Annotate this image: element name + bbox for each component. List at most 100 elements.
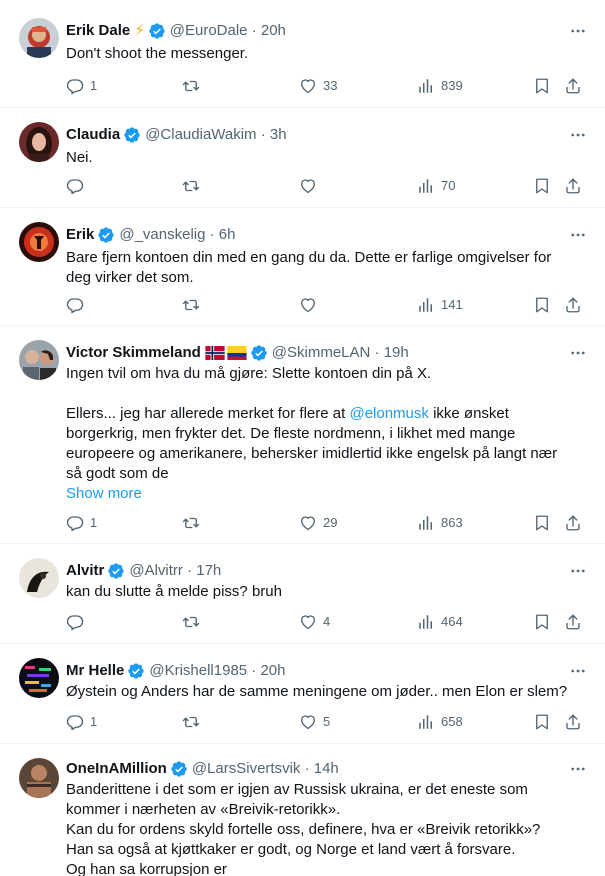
author-handle[interactable]: @_vanskelig · 6h	[119, 224, 235, 246]
reply-button[interactable]: 1	[66, 711, 97, 733]
share-button[interactable]	[564, 711, 582, 733]
tweet-text-line: kan du slutte å melde piss? bruh	[66, 583, 282, 600]
tweet-text-line: Og han sa korrupsjon er	[66, 861, 227, 876]
reply-icon	[66, 615, 84, 631]
avatar[interactable]	[19, 340, 59, 380]
tweet-text-line: borgerkrig, men frykter det. De fleste n…	[66, 425, 516, 442]
heart-icon	[300, 79, 316, 94]
retweet-button[interactable]	[182, 512, 206, 534]
tweet-text: Don't shoot the messenger.	[66, 44, 583, 64]
avatar[interactable]	[19, 658, 59, 698]
tweet-text-line: Don't shoot the messenger.	[66, 45, 249, 62]
heart-icon	[300, 615, 316, 630]
more-dots-icon[interactable]	[567, 342, 589, 364]
views-button[interactable]: 70	[417, 175, 455, 197]
views-count: 464	[441, 614, 463, 629]
like-button[interactable]: 5	[299, 711, 330, 733]
author-name[interactable]: Victor Skimmeland	[66, 342, 201, 364]
bookmark-icon	[536, 178, 548, 194]
heart-icon	[300, 715, 316, 730]
views-button[interactable]: 464	[417, 611, 463, 633]
views-count: 863	[441, 515, 463, 530]
author-name[interactable]: Alvitr	[66, 560, 104, 582]
mention-link[interactable]: @elonmusk	[349, 405, 428, 422]
show-more-link[interactable]: Show more	[66, 484, 583, 504]
more-dots-icon[interactable]	[567, 660, 589, 682]
tweet-victor-skimmeland[interactable]: Victor Skimmeland @SkimmeLAN · 19h Ingen…	[0, 326, 605, 544]
verified-badge-icon	[148, 22, 166, 40]
author-handle[interactable]: @Alvitrr · 17h	[129, 560, 221, 582]
tweet-header: Claudia @ClaudiaWakim · 3h	[66, 124, 555, 146]
views-button[interactable]: 141	[417, 294, 463, 316]
tweet-erik[interactable]: Erik @_vanskelig · 6h Bare fjern kontoen…	[0, 208, 605, 326]
tweet-alvitr[interactable]: Alvitr @Alvitrr · 17h kan du slutte å me…	[0, 544, 605, 644]
avatar[interactable]	[19, 122, 59, 162]
more-dots-icon[interactable]	[567, 224, 589, 246]
views-button[interactable]: 863	[417, 512, 463, 534]
bookmark-button[interactable]	[533, 294, 551, 316]
reply-button[interactable]	[66, 294, 90, 316]
share-button[interactable]	[564, 175, 582, 197]
author-name[interactable]: Erik Dale	[66, 20, 130, 42]
share-button[interactable]	[564, 294, 582, 316]
author-name[interactable]: Erik	[66, 224, 94, 246]
tweet-mr-helle[interactable]: Mr Helle @Krishell1985 · 20h Øystein og …	[0, 644, 605, 744]
reply-button[interactable]	[66, 175, 90, 197]
like-count: 5	[323, 714, 331, 729]
like-button[interactable]: 33	[299, 75, 337, 97]
verified-badge-icon	[170, 760, 188, 778]
avatar[interactable]	[19, 18, 59, 58]
views-count: 141	[441, 297, 463, 312]
retweet-button[interactable]	[182, 611, 206, 633]
bookmark-button[interactable]	[533, 711, 551, 733]
more-dots-icon[interactable]	[567, 560, 589, 582]
views-button[interactable]: 658	[417, 711, 463, 733]
author-name[interactable]: Mr Helle	[66, 660, 124, 682]
author-handle[interactable]: @LarsSivertsvik · 14h	[192, 758, 339, 780]
reply-button[interactable]: 1	[66, 512, 97, 534]
share-button[interactable]	[564, 611, 582, 633]
avatar[interactable]	[19, 758, 59, 798]
avatar[interactable]	[19, 222, 59, 262]
like-button[interactable]: 4	[299, 611, 330, 633]
author-handle[interactable]: @Krishell1985 · 20h	[149, 660, 285, 682]
author-handle[interactable]: @EuroDale · 20h	[170, 20, 286, 42]
tweet-oneinamillion[interactable]: OneInAMillion @LarsSivertsvik · 14h Band…	[0, 744, 605, 876]
reply-button[interactable]	[66, 611, 90, 633]
views-button[interactable]: 839	[417, 75, 463, 97]
author-name[interactable]: Claudia	[66, 124, 120, 146]
tweet-claudia[interactable]: Claudia @ClaudiaWakim · 3h Nei. 70	[0, 108, 605, 208]
like-button[interactable]	[299, 175, 323, 197]
like-count: 4	[323, 614, 331, 629]
tweet-actions: 1 29 863	[66, 512, 596, 534]
share-icon	[566, 297, 580, 313]
retweet-button[interactable]	[182, 75, 206, 97]
retweet-button[interactable]	[182, 175, 206, 197]
reply-icon	[66, 516, 84, 532]
colombia-flag-icon	[227, 346, 247, 360]
bookmark-button[interactable]	[533, 611, 551, 633]
more-dots-icon[interactable]	[567, 20, 589, 42]
author-handle[interactable]: @SkimmeLAN · 19h	[272, 342, 409, 364]
like-button[interactable]	[299, 294, 323, 316]
like-count: 33	[323, 78, 338, 93]
like-button[interactable]: 29	[299, 512, 337, 534]
share-button[interactable]	[564, 75, 582, 97]
tweet-text: Bare fjern kontoen din med en gang du da…	[66, 248, 583, 288]
author-name[interactable]: OneInAMillion	[66, 758, 167, 780]
share-icon	[566, 614, 580, 630]
more-dots-icon[interactable]	[567, 758, 589, 780]
reply-count: 1	[90, 78, 98, 93]
retweet-button[interactable]	[182, 294, 206, 316]
bookmark-button[interactable]	[533, 512, 551, 534]
avatar[interactable]	[19, 558, 59, 598]
author-handle[interactable]: @ClaudiaWakim · 3h	[145, 124, 286, 146]
retweet-button[interactable]	[182, 711, 206, 733]
share-button[interactable]	[564, 512, 582, 534]
reply-button[interactable]: 1	[66, 75, 97, 97]
bookmark-button[interactable]	[533, 75, 551, 97]
more-dots-icon[interactable]	[567, 124, 589, 146]
tweet-erik-dale[interactable]: Erik Dale ⚡ @EuroDale · 20h Don't shoot …	[0, 0, 605, 108]
bookmark-button[interactable]	[533, 175, 551, 197]
tweet-text-line: så godt som de	[66, 465, 169, 482]
